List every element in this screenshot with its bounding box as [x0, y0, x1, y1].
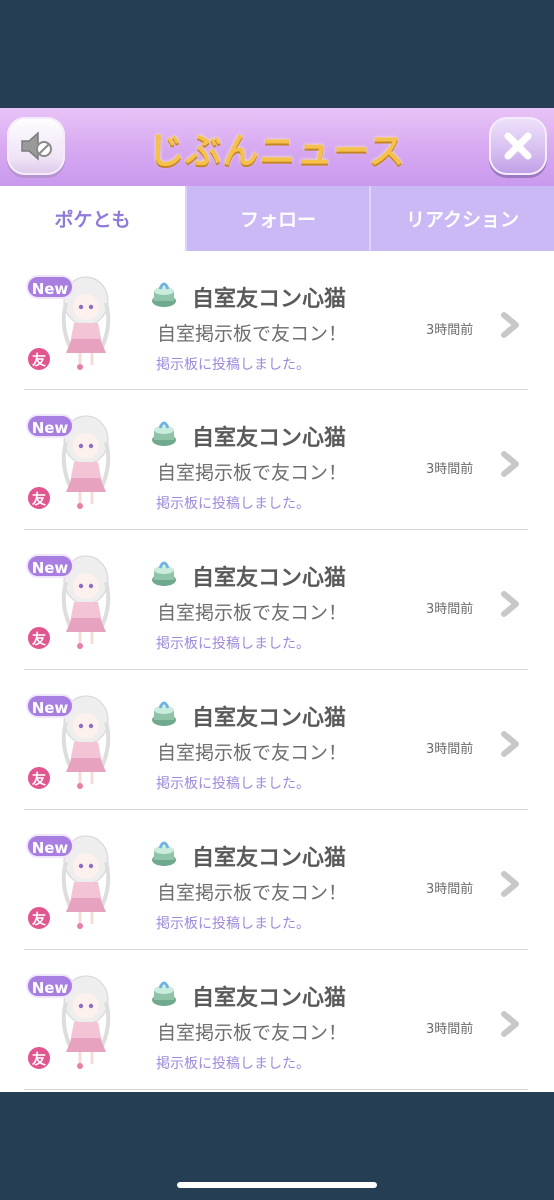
tab-bar: ポケとも フォロー リアクション — [0, 186, 554, 251]
news-subtitle: 自室掲示板で友コン！ — [157, 1022, 348, 1044]
room-icon — [152, 561, 176, 586]
news-note: 掲示板に投稿しました。 — [156, 357, 310, 373]
news-title: 自室友コン心猫 — [192, 287, 347, 312]
news-note: 掲示板に投稿しました。 — [156, 496, 310, 512]
news-note: 掲示板に投稿しました。 — [156, 776, 310, 792]
room-icon — [152, 981, 176, 1006]
news-note: 掲示板に投稿しました。 — [156, 636, 310, 652]
new-badge: New — [26, 414, 74, 438]
list-item[interactable]: New 友 自室友コン心猫 自室掲示板で友コン！ 掲示板に投稿しました。 3時間… — [24, 251, 528, 390]
list-item[interactable]: New 友 自室友コン心猫 自室掲示板で友コン！ 掲示板に投稿しました。 3時間… — [24, 530, 528, 670]
chevron-right-icon — [501, 591, 519, 617]
news-note: 掲示板に投稿しました。 — [156, 1056, 310, 1072]
list-item[interactable]: New 友 自室友コン心猫 自室掲示板で友コン！ 掲示板に投稿しました。 3時間… — [24, 810, 528, 950]
news-subtitle: 自室掲示板で友コン！ — [157, 462, 348, 484]
room-icon — [152, 421, 176, 446]
new-badge: New — [26, 275, 74, 299]
chevron-right-icon — [501, 451, 519, 477]
list-item[interactable]: New 友 自室友コン心猫 自室掲示板で友コン！ 掲示板に投稿しました。 3時間… — [24, 950, 528, 1090]
close-x-icon — [504, 132, 532, 160]
chevron-right-icon — [501, 731, 519, 757]
tab-reaction[interactable]: リアクション — [369, 186, 554, 251]
news-title: 自室友コン心猫 — [192, 426, 347, 451]
friend-badge: 友 — [26, 905, 52, 931]
room-icon — [152, 282, 176, 307]
chevron-right-icon — [501, 1011, 519, 1037]
new-badge: New — [26, 834, 74, 858]
news-subtitle: 自室掲示板で友コン！ — [157, 602, 348, 624]
friend-badge: 友 — [26, 625, 52, 651]
timestamp: 3時間前 — [426, 323, 474, 338]
tab-pokefriends[interactable]: ポケとも — [0, 186, 185, 251]
room-icon — [152, 841, 176, 866]
timestamp: 3時間前 — [426, 1022, 474, 1037]
tab-follow[interactable]: フォロー — [185, 186, 369, 251]
news-title: 自室友コン心猫 — [192, 986, 347, 1011]
news-list: New 友 自室友コン心猫 自室掲示板で友コン！ 掲示板に投稿しました。 3時間… — [0, 251, 554, 1090]
chevron-right-icon — [501, 871, 519, 897]
home-indicator[interactable] — [177, 1182, 377, 1188]
news-title: 自室友コン心猫 — [192, 566, 347, 591]
list-item[interactable]: New 友 自室友コン心猫 自室掲示板で友コン！ 掲示板に投稿しました。 3時間… — [24, 670, 528, 810]
friend-badge: 友 — [26, 1045, 52, 1071]
news-subtitle: 自室掲示板で友コン！ — [157, 882, 348, 904]
timestamp: 3時間前 — [426, 462, 474, 477]
new-badge: New — [26, 694, 74, 718]
friend-badge: 友 — [26, 765, 52, 791]
news-subtitle: 自室掲示板で友コン！ — [157, 323, 348, 345]
list-item[interactable]: New 友 自室友コン心猫 自室掲示板で友コン！ 掲示板に投稿しました。 3時間… — [24, 390, 528, 530]
news-title: 自室友コン心猫 — [192, 706, 347, 731]
chevron-right-icon — [501, 312, 519, 338]
timestamp: 3時間前 — [426, 882, 474, 897]
new-badge: New — [26, 554, 74, 578]
news-subtitle: 自室掲示板で友コン！ — [157, 742, 348, 764]
new-badge: New — [26, 974, 74, 998]
room-icon — [152, 701, 176, 726]
close-button[interactable] — [489, 117, 547, 175]
timestamp: 3時間前 — [426, 602, 474, 617]
news-title: 自室友コン心猫 — [192, 846, 347, 871]
friend-badge: 友 — [26, 346, 52, 372]
page-title: じぶんニュース — [148, 131, 406, 172]
friend-badge: 友 — [26, 485, 52, 511]
panel-header: じぶんニュース — [0, 108, 554, 186]
timestamp: 3時間前 — [426, 742, 474, 757]
news-note: 掲示板に投稿しました。 — [156, 916, 310, 932]
news-panel: じぶんニュース ポケとも フォロー リアクション New 友 自室友コン心猫 自… — [0, 108, 554, 1092]
